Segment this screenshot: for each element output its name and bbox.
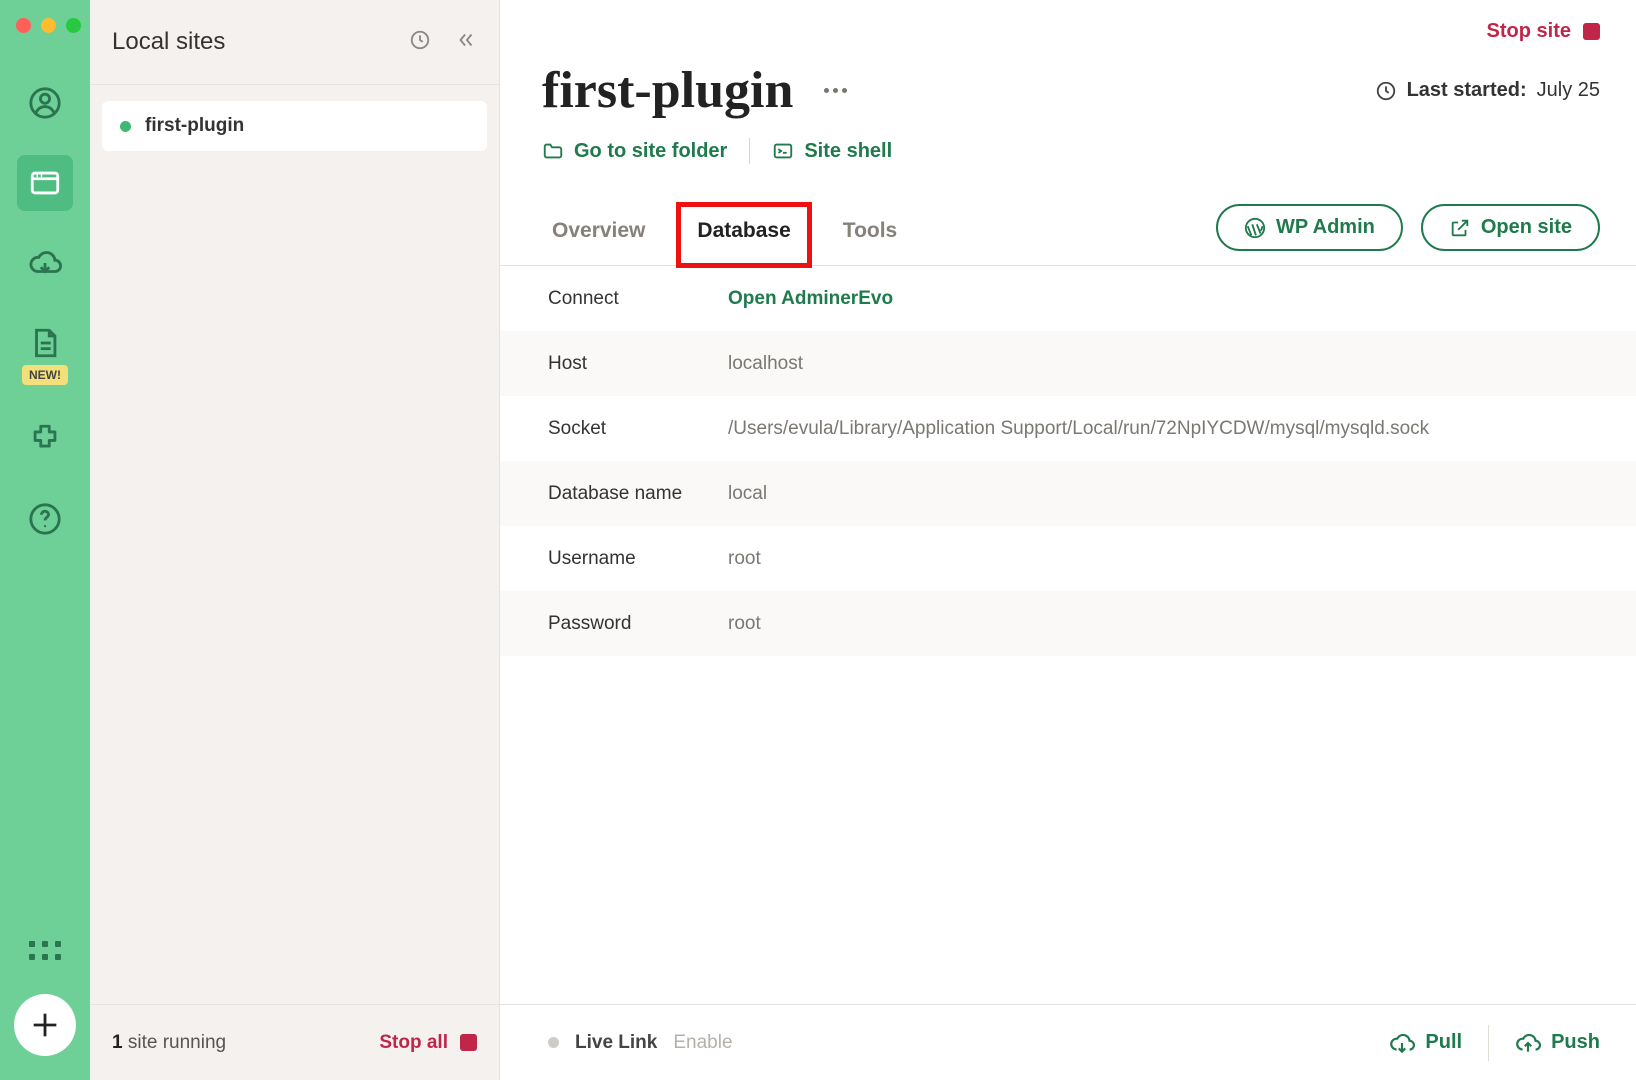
- divider: [1488, 1025, 1489, 1061]
- rail-sites-icon[interactable]: [17, 155, 73, 211]
- new-badge: NEW!: [22, 365, 68, 385]
- detail-value: localhost: [728, 353, 803, 375]
- sites-running-label: 1 site running: [112, 1032, 226, 1054]
- detail-row: ConnectOpen AdminerEvo: [500, 266, 1636, 331]
- wordpress-icon: [1244, 217, 1266, 239]
- maximize-window-dot[interactable]: [66, 18, 81, 33]
- detail-value: root: [728, 613, 761, 635]
- go-to-folder-link[interactable]: Go to site folder: [542, 140, 727, 163]
- site-list: first-plugin: [90, 85, 499, 1004]
- detail-value: local: [728, 483, 767, 505]
- main-footer: Live Link Enable Pull Push: [500, 1004, 1636, 1080]
- live-link-label: Live Link: [575, 1032, 657, 1054]
- site-shell-link[interactable]: Site shell: [772, 140, 892, 163]
- tabs: Overview Database Tools: [500, 205, 901, 265]
- detail-key: Socket: [548, 418, 728, 440]
- database-details-table: ConnectOpen AdminerEvoHostlocalhostSocke…: [500, 266, 1636, 656]
- tab-tools[interactable]: Tools: [839, 205, 901, 265]
- stop-icon: [460, 1034, 477, 1051]
- push-button[interactable]: Push: [1515, 1030, 1600, 1056]
- live-link-enable-button[interactable]: Enable: [673, 1032, 732, 1054]
- stop-icon: [1583, 23, 1600, 40]
- sidebar: Local sites first-plugin 1 site running …: [90, 0, 500, 1080]
- rail-addons-icon[interactable]: [17, 411, 73, 467]
- cloud-upload-icon: [1515, 1030, 1541, 1056]
- detail-key: Database name: [548, 483, 728, 505]
- detail-key: Username: [548, 548, 728, 570]
- rail-account-icon[interactable]: [17, 75, 73, 131]
- rail-cloud-icon[interactable]: [17, 235, 73, 291]
- last-started: Last started: July 25: [1375, 79, 1600, 102]
- stop-all-button[interactable]: Stop all: [379, 1032, 477, 1054]
- site-menu-button[interactable]: [819, 75, 851, 107]
- rail-apps-grid-icon[interactable]: [25, 930, 65, 970]
- site-status-dot: [120, 121, 131, 132]
- detail-key: Password: [548, 613, 728, 635]
- external-link-icon: [1449, 217, 1471, 239]
- wp-admin-button[interactable]: WP Admin: [1216, 204, 1403, 251]
- tab-database[interactable]: Database: [679, 205, 808, 265]
- sidebar-header: Local sites: [90, 0, 499, 85]
- collapse-sidebar-icon[interactable]: [455, 29, 477, 56]
- window-controls: [16, 0, 81, 63]
- site-title: first-plugin: [542, 61, 793, 120]
- stop-site-button[interactable]: Stop site: [1487, 20, 1571, 43]
- detail-row: Passwordroot: [500, 591, 1636, 656]
- left-rail: NEW!: [0, 0, 90, 1080]
- open-site-button[interactable]: Open site: [1421, 204, 1600, 251]
- rail-help-icon[interactable]: [17, 491, 73, 547]
- sidebar-title: Local sites: [112, 28, 225, 56]
- detail-key: Connect: [548, 288, 728, 310]
- main-panel: Stop site first-plugin Last started: Jul…: [500, 0, 1636, 1080]
- recent-icon[interactable]: [409, 29, 431, 56]
- terminal-icon: [772, 140, 794, 162]
- rail-blueprints-icon[interactable]: NEW!: [17, 315, 73, 371]
- detail-row: Hostlocalhost: [500, 331, 1636, 396]
- detail-key: Host: [548, 353, 728, 375]
- detail-value: /Users/evula/Library/Application Support…: [728, 418, 1429, 440]
- close-window-dot[interactable]: [16, 18, 31, 33]
- sidebar-footer: 1 site running Stop all: [90, 1004, 499, 1080]
- pull-button[interactable]: Pull: [1389, 1030, 1462, 1056]
- site-item-name: first-plugin: [145, 115, 244, 137]
- folder-icon: [542, 140, 564, 162]
- divider: [749, 138, 750, 164]
- detail-row: Database namelocal: [500, 461, 1636, 526]
- detail-row: Usernameroot: [500, 526, 1636, 591]
- detail-row: Socket/Users/evula/Library/Application S…: [500, 396, 1636, 461]
- site-list-item[interactable]: first-plugin: [102, 101, 487, 151]
- live-link-status-dot: [548, 1037, 559, 1048]
- cloud-download-icon: [1389, 1030, 1415, 1056]
- rail-add-site-button[interactable]: [14, 994, 76, 1056]
- clock-icon: [1375, 80, 1397, 102]
- detail-value: root: [728, 548, 761, 570]
- tab-overview[interactable]: Overview: [548, 205, 649, 265]
- detail-value-link[interactable]: Open AdminerEvo: [728, 288, 893, 310]
- minimize-window-dot[interactable]: [41, 18, 56, 33]
